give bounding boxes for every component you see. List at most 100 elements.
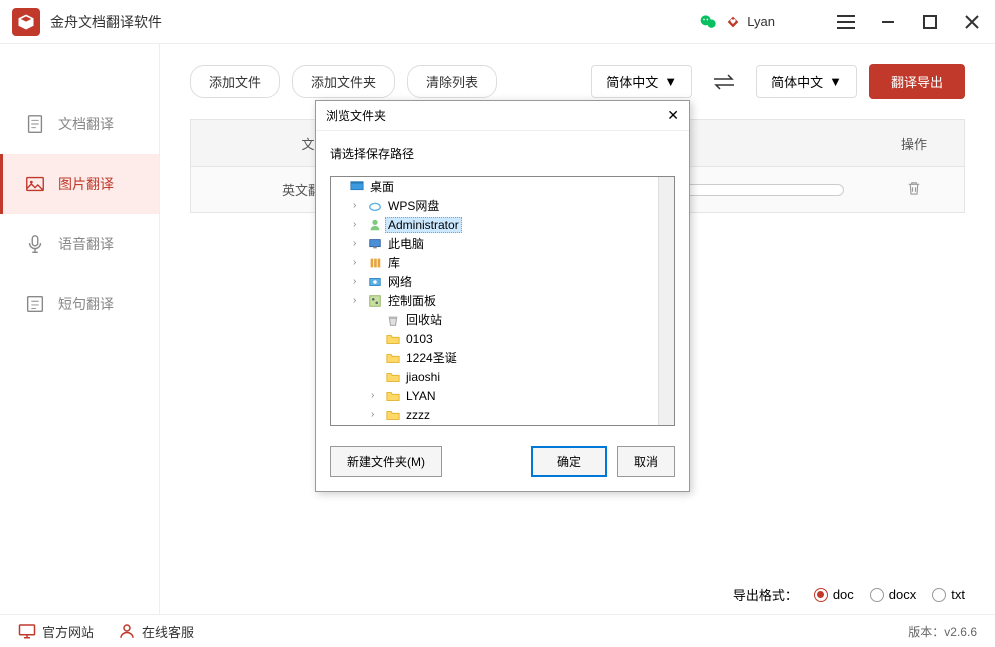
user-area: Lyan: [699, 12, 775, 32]
add-folder-button[interactable]: 添加文件夹: [292, 65, 395, 98]
tree-label: zzzz: [403, 408, 433, 422]
official-site-link[interactable]: 官方网站: [18, 622, 94, 641]
titlebar: 金舟文档翻译软件 Lyan: [0, 0, 995, 44]
dialog-title: 浏览文件夹: [326, 107, 386, 124]
expand-icon[interactable]: ›: [371, 409, 383, 420]
expand-icon[interactable]: ›: [353, 200, 365, 211]
maximize-button[interactable]: [919, 11, 941, 33]
tree-item[interactable]: › zzzz: [331, 405, 674, 424]
folder-icon: [385, 370, 401, 384]
tree-label: 回收站: [403, 311, 445, 328]
monitor-icon: [18, 623, 36, 639]
col-action: 操作: [864, 134, 964, 153]
export-format-label: 导出格式：: [733, 585, 798, 604]
browse-folder-dialog: 浏览文件夹 ✕ 请选择保存路径 桌面›WPS网盘›Administrator›此…: [315, 100, 690, 492]
tree-label: 0103: [403, 332, 436, 346]
cancel-button[interactable]: 取消: [617, 446, 675, 477]
tree-label: 桌面: [367, 178, 397, 195]
swap-icon[interactable]: [712, 74, 736, 90]
app-title: 金舟文档翻译软件: [50, 12, 162, 32]
sidebar-item-image[interactable]: 图片翻译: [0, 154, 159, 214]
microphone-icon: [24, 233, 46, 255]
username: Lyan: [747, 14, 775, 29]
tree-item[interactable]: 桌面: [331, 177, 674, 196]
tree-item[interactable]: › LYAN: [331, 386, 674, 405]
folder-icon: [385, 351, 401, 365]
desktop-icon: [349, 180, 365, 194]
pc-icon: [367, 237, 383, 251]
sidebar-item-label: 图片翻译: [58, 174, 114, 194]
tree-label: 此电脑: [385, 235, 427, 252]
dialog-label: 请选择保存路径: [330, 145, 675, 162]
expand-icon[interactable]: ›: [353, 238, 365, 249]
tree-label: WPS网盘: [385, 197, 442, 214]
tree-label: LYAN: [403, 389, 439, 403]
tree-label: Administrator: [385, 217, 462, 233]
heart-icon: [725, 14, 741, 30]
sidebar-item-label: 文档翻译: [58, 114, 114, 134]
export-format: 导出格式： doc docx txt: [733, 585, 965, 604]
document-icon: [24, 113, 46, 135]
expand-icon[interactable]: ›: [353, 276, 365, 287]
scrollbar[interactable]: [658, 177, 674, 425]
tree-label: 网络: [385, 273, 415, 290]
recycle-icon: [385, 313, 401, 327]
trash-icon[interactable]: [905, 179, 923, 197]
tree-item[interactable]: 1224圣诞: [331, 348, 674, 367]
tree-item[interactable]: 0103: [331, 329, 674, 348]
version-label: 版本：v2.6.6: [908, 623, 977, 640]
tree-item[interactable]: ›库: [331, 253, 674, 272]
tree-item[interactable]: › 控制面板: [331, 291, 674, 310]
footer: 官方网站 在线客服 版本：v2.6.6: [0, 614, 995, 647]
sidebar-item-document[interactable]: 文档翻译: [0, 94, 159, 154]
lib-icon: [367, 256, 383, 270]
headset-icon: [118, 622, 136, 640]
folder-icon: [385, 408, 401, 422]
folder-icon: [385, 389, 401, 403]
sidebar: 文档翻译 图片翻译 语音翻译 短句翻译: [0, 44, 160, 614]
app-logo: [12, 8, 40, 36]
tree-item[interactable]: › WPS网盘: [331, 196, 674, 215]
add-file-button[interactable]: 添加文件: [190, 65, 280, 98]
toolbar: 添加文件 添加文件夹 清除列表 简体中文 ▼ 简体中文 ▼ 翻译导出: [190, 64, 965, 99]
sidebar-item-audio[interactable]: 语音翻译: [0, 214, 159, 274]
menu-icon[interactable]: [835, 11, 857, 33]
tree-label: 库: [385, 254, 403, 271]
expand-icon[interactable]: ›: [353, 295, 365, 306]
ok-button[interactable]: 确定: [531, 446, 607, 477]
minimize-button[interactable]: [877, 11, 899, 33]
sidebar-item-label: 短句翻译: [58, 294, 114, 314]
panel-icon: [367, 294, 383, 308]
tree-label: 1224圣诞: [403, 349, 460, 366]
tree-item[interactable]: 回收站: [331, 310, 674, 329]
support-link[interactable]: 在线客服: [118, 622, 194, 641]
lang-to-select[interactable]: 简体中文 ▼: [756, 65, 857, 98]
wechat-icon[interactable]: [699, 12, 719, 32]
chevron-down-icon: ▼: [829, 74, 842, 89]
user-icon: [367, 218, 383, 232]
cloud-icon: [367, 199, 383, 213]
tree-item[interactable]: › 网络: [331, 272, 674, 291]
dialog-close-button[interactable]: ✕: [667, 107, 679, 124]
radio-doc[interactable]: doc: [814, 587, 854, 602]
clear-list-button[interactable]: 清除列表: [407, 65, 497, 98]
expand-icon[interactable]: ›: [353, 219, 365, 230]
folder-icon: [385, 332, 401, 346]
close-button[interactable]: [961, 11, 983, 33]
net-icon: [367, 275, 383, 289]
expand-icon[interactable]: ›: [371, 390, 383, 401]
chevron-down-icon: ▼: [664, 74, 677, 89]
sidebar-item-sentence[interactable]: 短句翻译: [0, 274, 159, 334]
tree-item[interactable]: jiaoshi: [331, 367, 674, 386]
new-folder-button[interactable]: 新建文件夹(M): [330, 446, 442, 477]
translate-export-button[interactable]: 翻译导出: [869, 64, 965, 99]
tree-item[interactable]: › 此电脑: [331, 234, 674, 253]
radio-docx[interactable]: docx: [870, 587, 916, 602]
tree-label: 控制面板: [385, 292, 439, 309]
expand-icon[interactable]: ›: [353, 257, 365, 268]
text-icon: [24, 293, 46, 315]
tree-item[interactable]: › Administrator: [331, 215, 674, 234]
folder-tree[interactable]: 桌面›WPS网盘›Administrator›此电脑›库›网络›控制面板回收站0…: [330, 176, 675, 426]
radio-txt[interactable]: txt: [932, 587, 965, 602]
lang-from-select[interactable]: 简体中文 ▼: [591, 65, 692, 98]
